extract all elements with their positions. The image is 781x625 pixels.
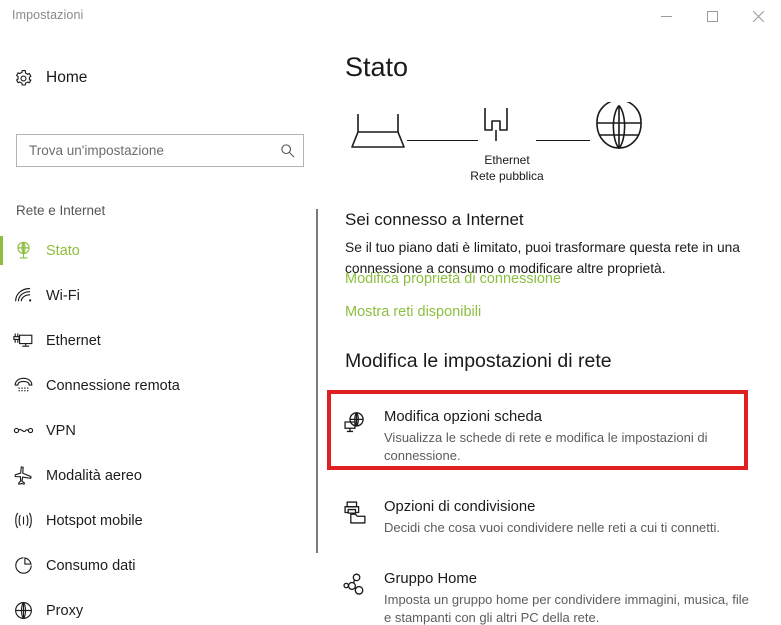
close-icon: [752, 10, 764, 22]
option-title: Opzioni di condivisione: [384, 499, 536, 515]
connection-status-heading: Sei connesso a Internet: [345, 210, 524, 229]
minimize-icon: [660, 11, 672, 22]
sidebar-item-vpn[interactable]: VPN: [0, 408, 318, 453]
option-text: Gruppo Home Imposta un gruppo home per c…: [384, 569, 777, 625]
sidebar-nav-list: Stato Wi-Fi Ethernet Connessione remota …: [0, 228, 318, 625]
page-title: Stato: [345, 52, 409, 82]
section-heading-network-settings: Modifica le impostazioni di rete: [345, 350, 612, 372]
ethernet-connector-icon: [481, 106, 511, 153]
search-input[interactable]: [17, 143, 271, 158]
sidebar-item-label: Proxy: [46, 602, 84, 619]
sidebar-item-modalita-aereo[interactable]: Modalità aereo: [0, 453, 318, 498]
link-mostra-reti-disponibili[interactable]: Mostra reti disponibili: [345, 304, 481, 320]
globe-icon: [594, 99, 644, 157]
sidebar-item-ethernet[interactable]: Ethernet: [0, 318, 318, 363]
adapter-globe-icon: [327, 407, 384, 435]
maximize-icon: [706, 10, 718, 22]
sidebar-item-label: Consumo dati: [46, 557, 136, 574]
maximize-button[interactable]: [689, 0, 735, 32]
sidebar-item-stato[interactable]: Stato: [0, 228, 318, 273]
link-modifica-proprieta-connessione[interactable]: Modifica proprietà di connessione: [345, 271, 561, 287]
diagram-caption: Ethernet Rete pubblica: [437, 152, 577, 184]
sidebar-item-label: Hotspot mobile: [46, 512, 143, 529]
option-opzioni-di-condivisione[interactable]: Opzioni di condivisione Decidi che cosa …: [327, 487, 777, 547]
option-text: Opzioni di condivisione Decidi che cosa …: [384, 497, 777, 537]
dialup-phone-icon: [0, 375, 46, 396]
option-description: Imposta un gruppo home per condividere i…: [384, 592, 749, 625]
sharing-icon: [327, 497, 384, 525]
sidebar-category-title: Rete e Internet: [16, 203, 106, 218]
device-icon: [349, 110, 407, 161]
option-text: Modifica opzioni scheda Visualizza le sc…: [384, 407, 777, 465]
settings-window: Impostazioni Home Trova un'impostazione …: [0, 0, 781, 625]
diagram-caption-line1: Ethernet: [484, 153, 530, 167]
diagram-caption-line2: Rete pubblica: [470, 169, 544, 183]
hotspot-icon: [0, 510, 46, 531]
network-status-icon: [0, 240, 46, 261]
homegroup-icon: [327, 569, 384, 597]
option-description: Visualizza le schede di rete e modifica …: [384, 430, 708, 463]
airplane-icon: [0, 465, 46, 486]
sidebar-item-hotspot-mobile[interactable]: Hotspot mobile: [0, 498, 318, 543]
window-controls: [643, 0, 781, 32]
main-content: Stato Ethernet Rete pubblica Sei conness…: [318, 32, 781, 625]
sidebar-item-label: Ethernet: [46, 332, 101, 349]
sidebar-item-label: Connessione remota: [46, 377, 180, 394]
sidebar-item-wifi[interactable]: Wi-Fi: [0, 273, 318, 318]
search-icon[interactable]: [271, 143, 303, 158]
diagram-connector-line-right: [536, 140, 590, 142]
minimize-button[interactable]: [643, 0, 689, 32]
sidebar: Home Rete e Internet: [0, 32, 318, 625]
option-modifica-opzioni-scheda[interactable]: Modifica opzioni scheda Visualizza le sc…: [327, 397, 777, 475]
network-options-list: Modifica opzioni scheda Visualizza le sc…: [327, 397, 777, 625]
sidebar-item-proxy[interactable]: Proxy: [0, 588, 318, 625]
sidebar-item-connessione-remota[interactable]: Connessione remota: [0, 363, 318, 408]
globe-icon: [0, 600, 46, 621]
sidebar-home-label: Home: [46, 69, 88, 86]
sidebar-item-label: Wi-Fi: [46, 287, 80, 304]
wifi-icon: [0, 285, 46, 306]
close-button[interactable]: [735, 0, 781, 32]
sidebar-home-item[interactable]: Home: [0, 58, 300, 98]
option-gruppo-home[interactable]: Gruppo Home Imposta un gruppo home per c…: [327, 559, 777, 625]
sidebar-item-label: VPN: [46, 422, 76, 439]
sidebar-item-consumo-dati[interactable]: Consumo dati: [0, 543, 318, 588]
window-title: Impostazioni: [12, 8, 84, 22]
gear-icon: [0, 69, 46, 88]
title-bar: Impostazioni: [0, 0, 781, 32]
option-description: Decidi che cosa vuoi condividere nelle r…: [384, 520, 721, 535]
network-diagram: Ethernet Rete pubblica: [345, 90, 665, 195]
option-title: Gruppo Home: [384, 571, 477, 587]
ethernet-icon: [0, 330, 46, 351]
search-box[interactable]: [16, 134, 304, 167]
diagram-connector-line-left: [407, 140, 478, 142]
option-title: Modifica opzioni scheda: [384, 409, 542, 425]
sidebar-item-label: Stato: [46, 242, 80, 259]
vpn-icon: [0, 420, 46, 441]
sidebar-item-label: Modalità aereo: [46, 467, 142, 484]
data-usage-pie-icon: [0, 555, 46, 576]
